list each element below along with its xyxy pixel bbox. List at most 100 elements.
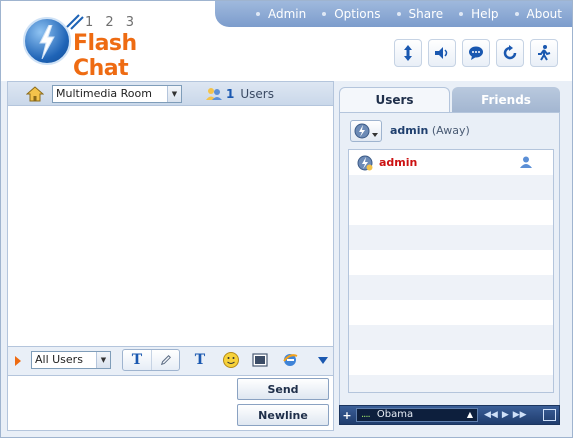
logo: 1 2 3 Flash Chat: [23, 9, 193, 81]
nav-options-label: Options: [334, 7, 381, 21]
user-name: admin: [379, 156, 418, 169]
message-area[interactable]: [7, 105, 334, 347]
nav-about-label: About: [526, 7, 562, 21]
media-track-name: Obama: [376, 409, 414, 420]
list-item: [349, 175, 553, 200]
toolbar-icons: [388, 39, 558, 67]
chat-bubble-button[interactable]: [462, 39, 490, 67]
away-status-icon: [357, 155, 373, 170]
exit-button[interactable]: [530, 39, 558, 67]
text-format-group: T: [122, 349, 180, 371]
play-arrow-icon: [15, 356, 21, 366]
smiley-icon: [223, 352, 239, 368]
recipient-select[interactable]: All Users ▼: [31, 351, 111, 369]
resize-button[interactable]: [394, 39, 422, 67]
font-button[interactable]: T: [190, 350, 210, 370]
resize-icon: [404, 45, 412, 61]
nav-share-label: Share: [408, 7, 444, 21]
fullscreen-icon[interactable]: [543, 409, 556, 421]
list-item: [349, 325, 553, 350]
more-options-icon[interactable]: [318, 357, 328, 364]
text-format-icon: T: [131, 352, 143, 368]
chevron-down-icon: [372, 133, 378, 137]
nav-help-label: Help: [471, 7, 499, 21]
tab-users[interactable]: Users: [339, 87, 450, 112]
header: 1 2 3 Flash Chat Admin Options Share Hel…: [1, 1, 572, 81]
tab-friends[interactable]: Friends: [452, 87, 560, 112]
forward-icon[interactable]: ▶▶: [513, 410, 527, 420]
logo-text: Flash Chat: [73, 31, 137, 81]
bullet-icon: [255, 12, 260, 16]
recipient-select-value: All Users: [35, 353, 83, 366]
list-item: [349, 250, 553, 275]
current-user: admin (Away): [390, 124, 470, 137]
pen-icon: [160, 354, 171, 366]
status-button[interactable]: [350, 120, 382, 142]
sound-button[interactable]: [428, 39, 456, 67]
nav-share[interactable]: Share: [396, 7, 444, 21]
home-icon[interactable]: [26, 85, 44, 103]
top-navigation: Admin Options Share Help About: [215, 1, 572, 27]
flash-chat-app: 1 2 3 Flash Chat Admin Options Share Hel…: [0, 0, 573, 438]
list-item: [349, 375, 553, 392]
list-item: [349, 200, 553, 225]
format-bar: All Users ▼ T T: [7, 347, 334, 375]
signal-waves-icon: [66, 14, 84, 30]
nav-about[interactable]: About: [514, 7, 562, 21]
current-user-status: (Away): [431, 124, 470, 137]
font-icon: T: [194, 352, 206, 368]
list-item: [349, 275, 553, 300]
list-item: [349, 225, 553, 250]
chevron-up-icon: ▲: [466, 410, 473, 419]
users-count-number: 1: [226, 87, 235, 101]
sound-icon: [435, 47, 448, 59]
list-item: [349, 300, 553, 325]
image-icon: [252, 353, 268, 367]
media-controls: ◀◀ ▶ ▶▶: [484, 410, 531, 420]
nav-options[interactable]: Options: [322, 7, 381, 21]
room-bar: Multimedia Room ▼ 1 Users: [7, 81, 334, 105]
media-player: + .... Obama ▲ ◀◀ ▶ ▶▶: [339, 405, 560, 425]
users-count: 1 Users: [206, 87, 274, 101]
play-icon[interactable]: ▶: [502, 410, 509, 420]
chevron-down-icon: ▼: [96, 352, 110, 368]
users-pane: Users Friends admin (Away) admin + .... …: [339, 87, 566, 427]
add-media-icon[interactable]: +: [340, 409, 354, 422]
users-group-icon: [206, 88, 222, 100]
bullet-icon: [322, 12, 327, 16]
status-icon: [354, 123, 370, 139]
nav-admin-label: Admin: [267, 7, 307, 21]
media-track-select[interactable]: .... Obama ▲: [356, 408, 478, 422]
profile-icon[interactable]: [519, 155, 533, 169]
nav-help[interactable]: Help: [459, 7, 499, 21]
lightning-bolt-icon: [39, 25, 55, 59]
bullet-icon: [396, 12, 401, 16]
rewind-icon[interactable]: ◀◀: [484, 410, 498, 420]
browser-icon: [283, 354, 298, 366]
room-select[interactable]: Multimedia Room ▼: [52, 85, 182, 103]
ie-button[interactable]: [280, 350, 300, 370]
send-button[interactable]: Send: [237, 378, 329, 400]
chevron-down-icon: ▼: [167, 86, 181, 102]
smiley-button[interactable]: [221, 350, 241, 370]
logo-digits: 1 2 3: [85, 15, 139, 30]
user-list: admin: [348, 149, 554, 393]
chat-pane: Multimedia Room ▼ 1 Users All Users ▼ T …: [7, 81, 334, 431]
image-button[interactable]: [250, 350, 270, 370]
equalizer-icon: ....: [361, 409, 371, 420]
users-count-label: Users: [240, 87, 274, 101]
users-panel: admin (Away) admin: [339, 112, 560, 419]
room-select-value: Multimedia Room: [56, 87, 152, 100]
refresh-button[interactable]: [496, 39, 524, 67]
chat-bubble-icon: [469, 46, 483, 60]
refresh-icon: [503, 45, 517, 60]
text-bold-button[interactable]: T: [123, 350, 151, 370]
bullet-icon: [514, 12, 519, 16]
exit-icon: [538, 45, 551, 61]
current-user-name: admin: [390, 124, 429, 137]
newline-button[interactable]: Newline: [237, 404, 329, 426]
bullet-icon: [459, 12, 464, 16]
list-item[interactable]: admin: [349, 150, 553, 175]
nav-admin[interactable]: Admin: [255, 7, 307, 21]
pen-button[interactable]: [151, 350, 179, 370]
